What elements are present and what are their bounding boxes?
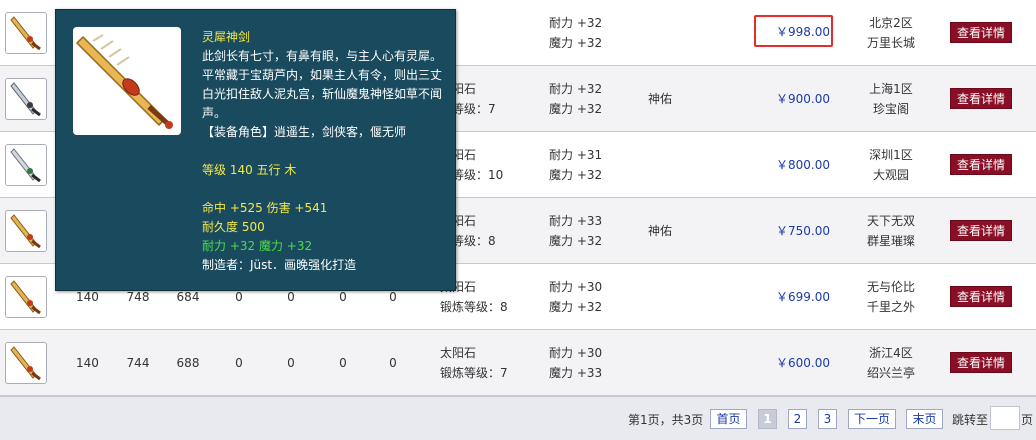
- page-3-button[interactable]: 3: [818, 409, 837, 429]
- special-skill: 神佑: [648, 224, 673, 238]
- magic-bonus: 魔力 +33: [549, 366, 603, 380]
- jump-suffix: 页: [1021, 413, 1034, 427]
- forge-level: 锻炼等级：8: [440, 300, 508, 314]
- durability-bonus: 耐力 +30: [549, 280, 603, 294]
- gem-cell: 太阳石锻炼等级：7: [440, 343, 508, 383]
- price: ￥900.00: [776, 92, 830, 106]
- sword-icon[interactable]: [5, 276, 47, 318]
- attribute-cell: 耐力 +32 魔力 +32: [549, 13, 602, 53]
- view-details-button[interactable]: 查看详情: [950, 220, 1012, 241]
- durability-bonus: 耐力 +33: [549, 214, 603, 228]
- price: ￥600.00: [776, 356, 830, 370]
- special-skill: 神佑: [648, 92, 673, 106]
- magic-bonus: 魔力 +32: [549, 36, 603, 50]
- item-roles: 【装备角色】逍遥生，剑侠客，偃无师: [202, 125, 407, 139]
- attribute-cell: 耐力 +32 魔力 +32: [549, 79, 602, 119]
- server-cell: 浙江4区绍兴兰亭: [860, 343, 922, 383]
- zone-name: 大观园: [872, 168, 909, 182]
- item-durability: 耐久度 500: [202, 220, 265, 234]
- magic-bonus: 魔力 +32: [549, 102, 603, 116]
- durability-bonus: 耐力 +32: [549, 82, 603, 96]
- price: ￥699.00: [776, 290, 830, 304]
- item-level: 等级 140 五行 木: [202, 163, 297, 177]
- zone-name: 绍兴兰亭: [866, 366, 915, 380]
- price-highlight: ￥998.00: [754, 15, 833, 47]
- server-name: 天下无双: [866, 214, 915, 228]
- magic-bonus: 魔力 +32: [549, 168, 603, 182]
- server-name: 上海1区: [869, 82, 913, 96]
- sword-icon[interactable]: [5, 210, 47, 252]
- server-cell: 上海1区珍宝阁: [860, 79, 922, 119]
- price: ￥800.00: [776, 158, 830, 172]
- next-page-button[interactable]: 下一页: [848, 409, 896, 429]
- jump-label: 跳转至: [952, 413, 989, 427]
- server-name: 深圳1区: [869, 148, 913, 162]
- tooltip-text: 灵犀神剑 此剑长有七寸，有鼻有眼，与主人心有灵犀。平常藏于宝葫芦内，如果主人有令…: [202, 28, 442, 275]
- item-maker: 制造者：Jüst．画晚强化打造: [202, 258, 357, 272]
- item-tooltip: 灵犀神剑 此剑长有七寸，有鼻有眼，与主人心有灵犀。平常藏于宝葫芦内，如果主人有令…: [55, 9, 456, 291]
- server-cell: 北京2区万里长城: [860, 13, 922, 53]
- stat-cell: 0: [287, 356, 295, 370]
- last-page-button[interactable]: 末页: [906, 409, 943, 429]
- durability-bonus: 耐力 +31: [549, 148, 603, 162]
- view-details-button[interactable]: 查看详情: [950, 22, 1012, 43]
- view-details-button[interactable]: 查看详情: [950, 352, 1012, 373]
- magic-bonus: 魔力 +32: [549, 234, 603, 248]
- zone-name: 千里之外: [866, 300, 915, 314]
- durability-bonus: 耐力 +32: [549, 16, 603, 30]
- forge-level: 锻炼等级：7: [440, 366, 508, 380]
- attribute-cell: 耐力 +30 魔力 +32: [549, 277, 602, 317]
- sword-icon[interactable]: [5, 342, 47, 384]
- server-name: 无与伦比: [866, 280, 915, 294]
- magic-bonus: 魔力 +32: [549, 300, 603, 314]
- sword-icon: [73, 27, 181, 135]
- server-cell: 深圳1区大观园: [860, 145, 922, 185]
- server-cell: 无与伦比 千里之外: [860, 277, 922, 317]
- item-bonus: 耐力 +32 魔力 +32: [202, 239, 313, 253]
- gem-name: 太阳石: [440, 346, 477, 360]
- server-name: 浙江4区: [869, 346, 913, 360]
- page-1-button[interactable]: 1: [758, 409, 777, 429]
- attribute-cell: 耐力 +33 魔力 +32: [549, 211, 602, 251]
- item-hit-damage: 命中 +525 伤害 +541: [202, 201, 328, 215]
- jump-page-input[interactable]: [990, 406, 1020, 430]
- pagination: 第1页，共3页 首页 1 2 3 下一页 末页 跳转至 页: [0, 396, 1036, 440]
- level-cell: 140: [76, 356, 99, 370]
- stat-cell: 0: [339, 356, 347, 370]
- first-page-button[interactable]: 首页: [710, 409, 747, 429]
- durability-bonus: 耐力 +30: [549, 346, 603, 360]
- table-row: 140 744 688 0 0 0 0 太阳石锻炼等级：7 耐力 +30 魔力 +…: [0, 330, 1036, 396]
- page-info: 第1页，共3页: [628, 413, 704, 427]
- attribute-cell: 耐力 +31 魔力 +32: [549, 145, 602, 185]
- damage-cell: 688: [176, 356, 200, 370]
- page-2-button[interactable]: 2: [788, 409, 807, 429]
- sword-icon[interactable]: [5, 12, 47, 54]
- sword-icon[interactable]: [5, 78, 47, 120]
- sword-icon[interactable]: [5, 144, 47, 186]
- stat-cell: 0: [235, 356, 243, 370]
- price: ￥998.00: [776, 25, 830, 39]
- item-description: 此剑长有七寸，有鼻有眼，与主人心有灵犀。平常藏于宝葫芦内，如果主人有令，则出三丈…: [202, 49, 443, 120]
- server-cell: 天下无双 群星璀璨: [860, 211, 922, 251]
- view-details-button[interactable]: 查看详情: [950, 286, 1012, 307]
- server-name: 北京2区: [869, 16, 913, 30]
- attribute-cell: 耐力 +30 魔力 +33: [549, 343, 602, 383]
- item-name: 灵犀神剑: [202, 30, 251, 44]
- price: ￥750.00: [776, 224, 830, 238]
- stat-cell: 0: [389, 356, 397, 370]
- view-details-button[interactable]: 查看详情: [950, 88, 1012, 109]
- hit-cell: 744: [126, 356, 150, 370]
- view-details-button[interactable]: 查看详情: [950, 154, 1012, 175]
- zone-name: 群星璀璨: [866, 234, 915, 248]
- zone-name: 珍宝阁: [872, 102, 909, 116]
- zone-name: 万里长城: [866, 36, 915, 50]
